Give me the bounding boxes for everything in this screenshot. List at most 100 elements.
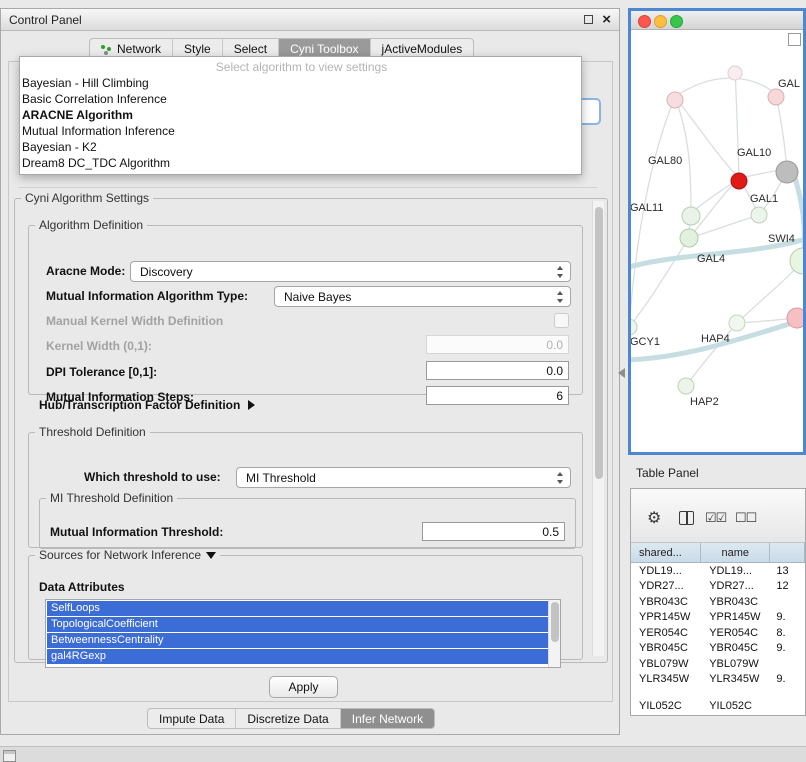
aracne-mode-label: Aracne Mode: — [46, 264, 125, 278]
mi-threshold-group: MI Threshold Definition Mutual Informati… — [39, 491, 576, 549]
dpi-tolerance-input[interactable] — [426, 361, 569, 380]
close-icon[interactable]: × — [602, 10, 611, 30]
splitter-collapse-arrow[interactable] — [618, 368, 625, 378]
tab-label: Select — [234, 42, 267, 56]
column-header-shared-name[interactable]: shared... — [631, 543, 701, 562]
dropdown-item[interactable]: Basic Correlation Inference — [20, 91, 581, 107]
group-title: Cyni Algorithm Settings — [21, 191, 153, 205]
list-scrollbar[interactable] — [548, 600, 560, 667]
table-panel-window: ⚙ ☑☑ ☐☐ shared... name YDL19...YDL19...1… — [630, 488, 806, 716]
dpi-tolerance-label: DPI Tolerance [0,1]: — [46, 365, 157, 379]
updown-arrows-icon — [556, 471, 565, 485]
tab-infer-network[interactable]: Infer Network — [341, 709, 434, 728]
cell: YIL052C — [631, 700, 701, 712]
table-row[interactable]: YBL079WYBL079W — [631, 656, 805, 672]
table-row[interactable]: YBR045CYBR045C9. — [631, 641, 805, 657]
minimize-traffic-light[interactable] — [654, 15, 667, 28]
dropdown-item[interactable]: Mutual Information Inference — [20, 123, 581, 139]
expand-right-icon — [248, 400, 255, 410]
manual-kernel-label: Manual Kernel Width Definition — [46, 314, 223, 328]
table-row[interactable]: YER054CYER054C8. — [631, 625, 805, 641]
cell: 13 — [770, 565, 805, 577]
group-title: MI Threshold Definition — [46, 491, 177, 505]
node-label: GCY1 — [630, 336, 660, 348]
mi-type-label: Mutual Information Algorithm Type: — [46, 289, 248, 303]
cell: YBL079W — [631, 658, 701, 670]
gear-icon[interactable]: ⚙ — [647, 508, 661, 528]
table-row[interactable]: YBR043CYBR043C — [631, 594, 805, 610]
table-panel-title: Table Panel — [636, 466, 699, 480]
list-item-selected[interactable]: TopologicalCoefficient — [47, 617, 548, 632]
cell: 9. — [770, 642, 805, 654]
network-view-window: GAL80 GAL10 GAL11 GAL1 SWI4 GAL4 GCY1 HA… — [628, 8, 806, 455]
tab-discretize-data[interactable]: Discretize Data — [236, 709, 340, 728]
table-row[interactable]: YDR27...YDR27...12 — [631, 579, 805, 595]
dropdown-item[interactable]: Bayesian - K2 — [20, 139, 581, 155]
cell: YIL052C — [701, 700, 770, 712]
node-label: GAL4 — [697, 253, 725, 265]
table-row[interactable]: YLR345WYLR345W9. — [631, 672, 805, 688]
dropdown-item[interactable]: Bayesian - Hill Climbing — [20, 75, 581, 91]
updown-arrows-icon — [556, 265, 565, 279]
mi-threshold-input[interactable] — [422, 522, 565, 541]
manual-kernel-checkbox — [554, 313, 569, 328]
cell: YLR345W — [631, 673, 701, 685]
tab-impute-data[interactable]: Impute Data — [148, 709, 236, 728]
tab-label: jActiveModules — [382, 42, 463, 56]
tab-label: Impute Data — [159, 712, 224, 726]
table-row[interactable]: YIL052CYIL052C — [631, 698, 805, 714]
cell: YPR145W — [701, 611, 770, 623]
cell: YBR043C — [631, 596, 701, 608]
zoom-traffic-light[interactable] — [670, 15, 683, 28]
tab-label: Discretize Data — [247, 712, 328, 726]
combobox-value: Naive Bayes — [284, 290, 351, 304]
columns-icon[interactable] — [679, 511, 694, 525]
bottom-band — [0, 746, 806, 762]
mi-threshold-label: Mutual Information Threshold: — [50, 525, 223, 539]
canvas-scroll-corner[interactable] — [788, 33, 801, 46]
deselect-all-checkboxes-icon[interactable]: ☐☐ — [735, 510, 756, 526]
node-label: GAL11 — [630, 202, 663, 214]
group-title: Algorithm Definition — [35, 218, 147, 232]
cell: YBR043C — [701, 596, 770, 608]
aracne-mode-combobox[interactable]: Discovery — [130, 261, 571, 282]
close-traffic-light[interactable] — [638, 15, 651, 28]
which-threshold-combobox[interactable]: MI Threshold — [236, 467, 571, 488]
tab-label: Style — [184, 42, 211, 56]
list-item-selected[interactable]: SelfLoops — [47, 601, 548, 616]
updown-arrows-icon — [556, 290, 565, 304]
apply-button[interactable]: Apply — [269, 676, 338, 698]
sources-group: Sources for Network Inference Data Attri… — [28, 548, 583, 660]
cell: YPR145W — [631, 611, 701, 623]
minimized-window-icon[interactable] — [3, 750, 16, 762]
list-scrollbar-thumb[interactable] — [551, 602, 559, 642]
node-label: SWI4 — [768, 233, 795, 245]
network-canvas[interactable]: GAL80 GAL10 GAL11 GAL1 SWI4 GAL4 GCY1 HA… — [631, 30, 803, 452]
cell: YDL19... — [701, 565, 770, 577]
column-header-name[interactable]: name — [701, 543, 770, 562]
table-row[interactable]: YPR145WYPR145W9. — [631, 610, 805, 626]
list-item-selected[interactable]: gal4RGexp — [47, 649, 548, 664]
cell: YDR27... — [701, 580, 770, 592]
select-all-checkboxes-icon[interactable]: ☑☑ — [705, 510, 726, 526]
dropdown-item-selected[interactable]: ARACNE Algorithm — [20, 107, 581, 123]
combobox-value: MI Threshold — [246, 471, 316, 485]
settings-scrollbar-thumb[interactable] — [595, 207, 603, 479]
list-item-selected[interactable]: BetweennessCentrality — [47, 633, 548, 648]
column-header-extra[interactable] — [770, 543, 805, 562]
kernel-width-label: Kernel Width (0,1): — [46, 339, 152, 353]
mi-type-combobox[interactable]: Naive Bayes — [274, 286, 571, 307]
table-header-row: shared... name — [631, 543, 805, 563]
sources-title-text: Sources for Network Inference — [39, 548, 201, 562]
node-label: GAL — [778, 78, 800, 90]
table-row[interactable]: YDL19...YDL19...13 — [631, 563, 805, 579]
mi-steps-input[interactable] — [426, 386, 569, 405]
hub-definition-expander[interactable]: Hub/Transcription Factor Definition — [39, 397, 255, 413]
sources-group-title[interactable]: Sources for Network Inference — [35, 548, 220, 562]
cell: 9. — [770, 673, 805, 685]
float-window-icon[interactable] — [584, 15, 593, 24]
collapse-down-icon — [206, 552, 216, 559]
data-attributes-list: SelfLoops TopologicalCoefficient Between… — [45, 599, 561, 668]
dropdown-item[interactable]: Dream8 DC_TDC Algorithm — [20, 155, 581, 171]
settings-scrollbar[interactable] — [592, 201, 604, 656]
